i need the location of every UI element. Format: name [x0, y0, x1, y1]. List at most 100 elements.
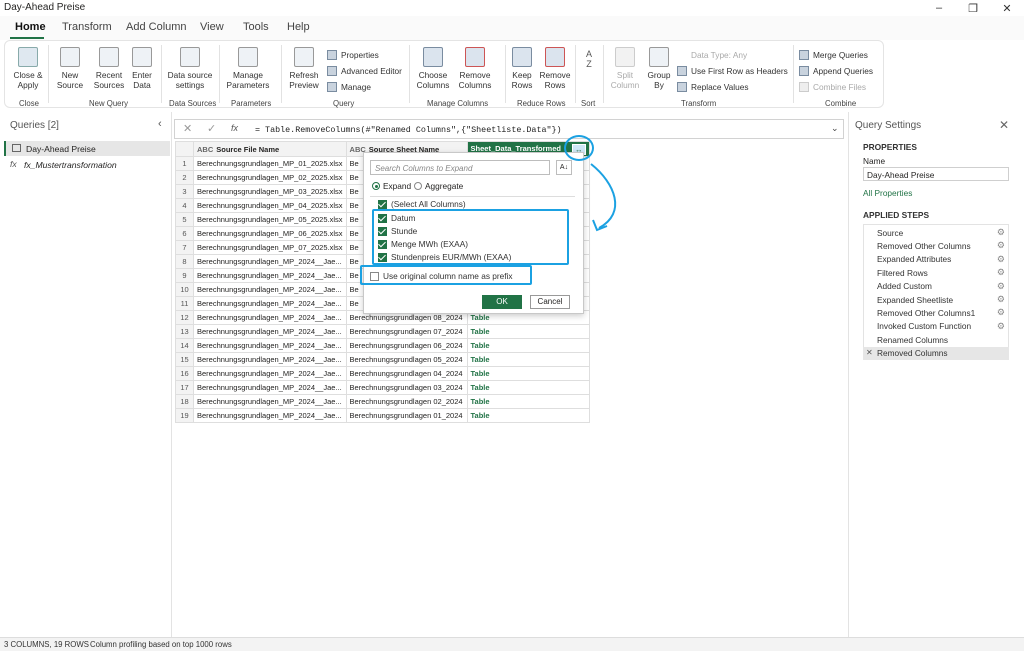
source-sheet-cell[interactable]: Berechnungsgrundlagen 04_2024: [345, 366, 468, 381]
source-file-cell[interactable]: Berechnungsgrundlagen_MP_2024__Jae...: [193, 268, 347, 283]
merge-queries-button[interactable]: Merge Queries: [799, 50, 868, 60]
sheet-data-cell[interactable]: Table: [466, 352, 590, 367]
source-file-cell[interactable]: Berechnungsgrundlagen_MP_2024__Jae...: [193, 338, 347, 353]
source-file-cell[interactable]: Berechnungsgrundlagen_MP_01_2025.xlsx: [193, 156, 347, 171]
source-file-cell[interactable]: Berechnungsgrundlagen_MP_2024__Jae...: [193, 394, 347, 409]
applied-step[interactable]: Removed Other Columns ⚙: [863, 239, 1009, 252]
query-item-fx[interactable]: fx fx_Mustertransformation: [4, 157, 170, 172]
source-file-cell[interactable]: Berechnungsgrundlagen_MP_06_2025.xlsx: [193, 226, 347, 241]
data-type-dropdown[interactable]: Data Type: Any: [677, 50, 747, 60]
tab-add-column[interactable]: Add Column: [126, 21, 187, 33]
source-file-cell[interactable]: Berechnungsgrundlagen_MP_07_2025.xlsx: [193, 240, 347, 255]
applied-step[interactable]: Removed Columns ✕: [863, 346, 1009, 360]
applied-step[interactable]: Removed Other Columns1 ⚙: [863, 306, 1009, 319]
gear-icon[interactable]: ⚙: [997, 240, 1005, 251]
applied-step[interactable]: Filtered Rows ⚙: [863, 266, 1009, 279]
gear-icon[interactable]: ⚙: [997, 267, 1005, 278]
tab-transform[interactable]: Transform: [62, 21, 112, 33]
gear-icon[interactable]: ⚙: [997, 281, 1005, 292]
query-name-input[interactable]: Day-Ahead Preise: [863, 167, 1009, 181]
gear-icon[interactable]: ⚙: [997, 254, 1005, 265]
source-file-cell[interactable]: Berechnungsgrundlagen_MP_2024__Jae...: [193, 254, 347, 269]
group-by-button[interactable]: Group By: [645, 47, 673, 90]
advanced-editor-button[interactable]: Advanced Editor: [327, 66, 402, 76]
source-file-cell[interactable]: Berechnungsgrundlagen_MP_05_2025.xlsx: [193, 212, 347, 227]
restore-icon[interactable]: ❐: [956, 0, 990, 16]
tab-help[interactable]: Help: [287, 21, 310, 33]
sheet-data-cell[interactable]: Table: [466, 324, 590, 339]
applied-step[interactable]: Expanded Sheetliste ⚙: [863, 293, 1009, 306]
search-columns-input[interactable]: Search Columns to Expand: [370, 160, 550, 175]
column-header-source-file[interactable]: ABC Source File Name: [193, 141, 347, 157]
properties-button[interactable]: Properties: [327, 50, 379, 60]
remove-rows-button[interactable]: Remove Rows: [539, 47, 571, 90]
gear-icon[interactable]: ⚙: [997, 294, 1005, 305]
data-source-settings-button[interactable]: Data source settings: [165, 47, 215, 90]
source-sheet-cell[interactable]: Berechnungsgrundlagen 05_2024: [345, 352, 468, 367]
table-row[interactable]: 15 Berechnungsgrundlagen_MP_2024__Jae... B…: [175, 352, 590, 367]
applied-step[interactable]: Invoked Custom Function ⚙: [863, 320, 1009, 333]
close-window-icon[interactable]: ✕: [990, 0, 1024, 16]
source-file-cell[interactable]: Berechnungsgrundlagen_MP_04_2025.xlsx: [193, 198, 347, 213]
source-sheet-cell[interactable]: Berechnungsgrundlagen 03_2024: [345, 380, 468, 395]
source-file-cell[interactable]: Berechnungsgrundlagen_MP_2024__Jae...: [193, 324, 347, 339]
sheet-data-cell[interactable]: Table: [466, 380, 590, 395]
ok-button[interactable]: OK: [482, 295, 522, 309]
source-sheet-cell[interactable]: Berechnungsgrundlagen 02_2024: [345, 394, 468, 409]
source-file-cell[interactable]: Berechnungsgrundlagen_MP_2024__Jae...: [193, 352, 347, 367]
table-row[interactable]: 18 Berechnungsgrundlagen_MP_2024__Jae... B…: [175, 394, 590, 409]
combine-files-button[interactable]: Combine Files: [799, 82, 866, 92]
refresh-preview-button[interactable]: Refresh Preview: [285, 47, 323, 90]
select-all-columns-checkbox[interactable]: (Select All Columns): [378, 199, 466, 209]
source-sheet-cell[interactable]: Berechnungsgrundlagen 01_2024: [345, 408, 468, 423]
table-row[interactable]: 16 Berechnungsgrundlagen_MP_2024__Jae... B…: [175, 366, 590, 381]
collapse-pane-icon[interactable]: ‹: [158, 118, 162, 130]
manage-button[interactable]: Manage: [327, 82, 371, 92]
tab-home[interactable]: Home: [15, 21, 46, 33]
source-file-cell[interactable]: Berechnungsgrundlagen_MP_2024__Jae...: [193, 366, 347, 381]
all-properties-link[interactable]: All Properties: [863, 188, 912, 198]
table-row[interactable]: 14 Berechnungsgrundlagen_MP_2024__Jae... B…: [175, 338, 590, 353]
remove-columns-button[interactable]: Remove Columns: [455, 47, 495, 90]
gear-icon[interactable]: ⚙: [997, 307, 1005, 318]
recent-sources-button[interactable]: Recent Sources: [91, 47, 127, 90]
source-file-cell[interactable]: Berechnungsgrundlagen_MP_03_2025.xlsx: [193, 184, 347, 199]
sheet-data-cell[interactable]: Table: [466, 338, 590, 353]
source-file-cell[interactable]: Berechnungsgrundlagen_MP_2024__Jae...: [193, 408, 347, 423]
sheet-data-cell[interactable]: Table: [466, 408, 590, 423]
aggregate-radio[interactable]: Aggregate: [414, 181, 463, 191]
confirm-formula-icon[interactable]: ✓: [207, 122, 216, 135]
source-file-cell[interactable]: Berechnungsgrundlagen_MP_2024__Jae...: [193, 282, 347, 297]
applied-step[interactable]: Renamed Columns: [863, 333, 1009, 346]
source-sheet-cell[interactable]: Berechnungsgrundlagen 07_2024: [345, 324, 468, 339]
sort-ascending-button[interactable]: AZ: [581, 49, 597, 69]
source-sheet-cell[interactable]: Berechnungsgrundlagen 06_2024: [345, 338, 468, 353]
table-row[interactable]: 17 Berechnungsgrundlagen_MP_2024__Jae... B…: [175, 380, 590, 395]
enter-data-button[interactable]: Enter Data: [129, 47, 155, 90]
grid-corner[interactable]: [175, 141, 194, 157]
sheet-data-cell[interactable]: Table: [466, 366, 590, 381]
applied-step[interactable]: Added Custom ⚙: [863, 280, 1009, 293]
manage-parameters-button[interactable]: Manage Parameters: [223, 47, 273, 90]
source-file-cell[interactable]: Berechnungsgrundlagen_MP_2024__Jae...: [193, 296, 347, 311]
choose-columns-button[interactable]: Choose Columns: [413, 47, 453, 90]
source-file-cell[interactable]: Berechnungsgrundlagen_MP_2024__Jae...: [193, 310, 347, 325]
minimize-icon[interactable]: –: [922, 0, 956, 16]
cancel-button[interactable]: Cancel: [530, 295, 570, 309]
gear-icon[interactable]: ⚙: [997, 227, 1005, 238]
applied-step[interactable]: Source ⚙: [863, 226, 1009, 239]
split-column-button[interactable]: Split Column: [609, 47, 641, 90]
table-row[interactable]: 19 Berechnungsgrundlagen_MP_2024__Jae... B…: [175, 408, 590, 423]
close-apply-button[interactable]: Close & Apply: [11, 47, 45, 90]
sort-icon[interactable]: A↓: [556, 160, 572, 175]
tab-view[interactable]: View: [200, 21, 224, 33]
replace-values-button[interactable]: Replace Values: [677, 82, 749, 92]
query-item-day-ahead[interactable]: Day-Ahead Preise: [4, 141, 170, 156]
formula-text[interactable]: = Table.RemoveColumns(#"Renamed Columns"…: [255, 125, 562, 135]
expand-radio[interactable]: Expand: [372, 181, 411, 191]
new-source-button[interactable]: New Source: [53, 47, 87, 90]
cancel-formula-icon[interactable]: ✕: [183, 122, 192, 135]
keep-rows-button[interactable]: Keep Rows: [507, 47, 537, 90]
expand-formula-icon[interactable]: ⌄: [831, 123, 839, 134]
applied-step[interactable]: Expanded Attributes ⚙: [863, 253, 1009, 266]
